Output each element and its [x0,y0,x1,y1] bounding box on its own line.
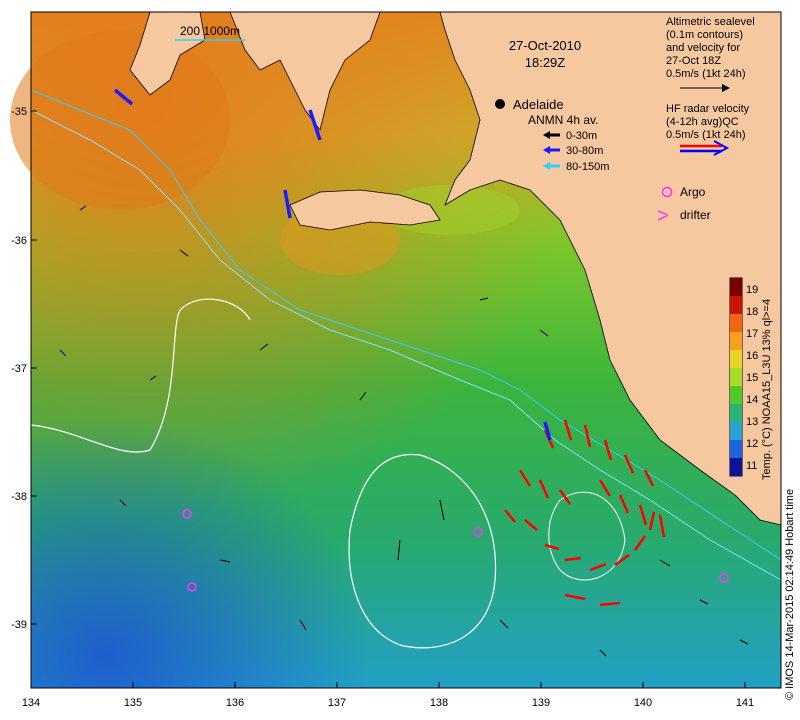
altimetry-line-3: 27-Oct 18Z [666,55,721,67]
y-tick-label: -39 [11,619,27,631]
anmn-title: ANMN 4h av. [528,113,598,127]
y-tick-label: -38 [11,491,27,503]
colorbar-cell [730,332,742,351]
colorbar-cell [730,296,742,315]
altimetry-line-2: and velocity for [666,42,740,54]
colorbar-cell [730,404,742,423]
x-tick-label: 139 [532,697,550,709]
anmn-label-1: 30-80m [566,145,603,157]
x-tick-label: 141 [736,697,754,709]
altimetry-legend: Altimetric sealevel (0.1m contours) and … [666,16,755,92]
sst-map: Adelaide 27-Oct-2010 18:29Z 200 1000m AN… [10,11,796,709]
drifter-legend-label: drifter [680,208,711,222]
colorbar-tick: 14 [746,394,758,406]
warm-region [10,30,230,210]
colorbar: 19 18 17 16 15 14 13 12 11 Temp. (°C) NO… [729,277,773,480]
colorbar-tick: 15 [746,372,758,384]
city-label: Adelaide [513,97,564,112]
colorbar-cell [730,350,742,369]
colorbar-tick: 18 [746,306,758,318]
x-tick-label: 135 [124,697,142,709]
colorbar-tick: 11 [746,460,757,472]
drifter-legend-symbol: > [657,205,669,227]
credit-label: © IMOS 14-Mar-2015 02:14:49 Hobart time [784,489,796,700]
anmn-label-2: 80-150m [566,161,609,173]
time-label: 18:29Z [525,55,566,70]
x-tick-label: 137 [328,697,346,709]
altimetry-line-4: 0.5m/s (1kt 24h) [666,68,745,80]
x-tick-label: 140 [634,697,652,709]
colorbar-tick: 17 [746,328,758,340]
colorbar-tick: 19 [746,284,758,296]
hf-line-2: 0.5m/s (1kt 24h) [666,129,745,141]
colorbar-tick: 12 [746,438,758,450]
y-tick-label: -36 [11,235,27,247]
colorbar-tick: 13 [746,416,758,428]
argo-legend-label: Argo [680,185,706,199]
anmn-label-0: 0-30m [566,130,597,142]
x-tick-label: 138 [430,697,448,709]
adelaide-marker [495,99,505,109]
date-label: 27-Oct-2010 [509,38,581,53]
altimetry-line-0: Altimetric sealevel [666,16,755,28]
colorbar-cell [730,440,742,459]
colorbar-cell [730,386,742,405]
hf-line-0: HF radar velocity [666,103,750,115]
map-area: Adelaide 27-Oct-2010 18:29Z 200 1000m AN… [10,11,796,700]
x-tick-label: 134 [22,697,40,709]
altimetry-line-1: (0.1m contours) [666,29,743,41]
colorbar-cell [730,368,742,387]
hf-line-1: (4-12h avg)QC [666,116,739,128]
colorbar-cells [730,278,742,477]
colorbar-cell [730,278,742,297]
scale-bar-label: 200 1000m [180,24,240,38]
colorbar-cell [730,458,742,477]
colorbar-ticks: 19 18 17 16 15 14 13 12 11 [746,284,758,472]
x-tick-label: 136 [226,697,244,709]
colorbar-cell [730,314,742,333]
colorbar-title: Temp. (°C) NOAA15_L3U 13% ql>=4 [761,299,773,480]
y-tick-label: -35 [11,106,27,118]
colorbar-cell [730,422,742,441]
colorbar-tick: 16 [746,350,758,362]
y-tick-label: -37 [11,363,27,375]
